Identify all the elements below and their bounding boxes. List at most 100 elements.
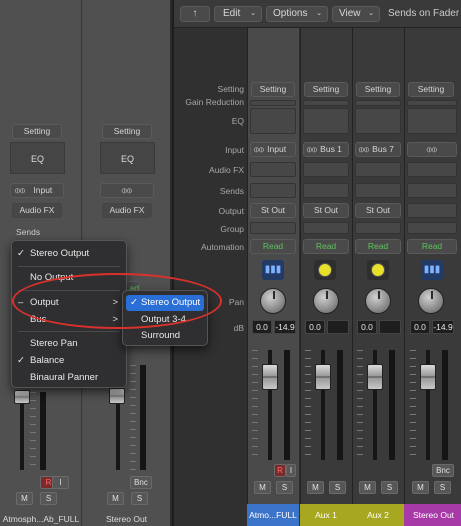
strip3-mute-button[interactable]: M (359, 481, 376, 494)
strip1-sends-slot[interactable] (250, 183, 296, 198)
menu-separator (18, 266, 120, 267)
strip2-volume-fader[interactable] (315, 364, 331, 390)
left1-setting-button[interactable]: Setting (12, 124, 62, 139)
strip3-solo-button[interactable]: S (381, 481, 398, 494)
left2-volume-fader[interactable] (109, 388, 125, 404)
strip1-input-button[interactable]: ⦶⦶ Input (250, 142, 296, 157)
left2-eq-display[interactable]: EQ (100, 142, 155, 174)
strip4-group-slot[interactable] (407, 222, 457, 234)
left2-fader-scale (130, 365, 136, 470)
strip2-output-button[interactable]: St Out (303, 203, 349, 218)
link-icon: ⦶⦶ (121, 188, 133, 195)
strip2-mute-button[interactable]: M (307, 481, 324, 494)
strip1-eq-display[interactable] (250, 108, 296, 134)
strip2-input-button[interactable]: ⦶⦶ Bus 1 (303, 142, 349, 157)
strip3-volume-readout[interactable]: 0.0 (357, 320, 377, 334)
strip4-sends-slot[interactable] (407, 183, 457, 198)
left2-setting-button[interactable]: Setting (102, 124, 152, 139)
strip3-output-button[interactable]: St Out (355, 203, 401, 218)
strip4-solo-button[interactable]: S (434, 481, 451, 494)
input-label: Input (225, 145, 244, 155)
yellow-knob-dot (318, 263, 332, 277)
menu-item-stereo-output[interactable]: ✓ Stereo Output (12, 246, 126, 262)
menu-item-stereo-pan[interactable]: Stereo Pan (12, 336, 126, 352)
left2-channel-name[interactable]: Stereo Out (83, 514, 170, 524)
strip1-automation-button[interactable]: Read (250, 239, 296, 254)
strip1-group-slot[interactable] (250, 222, 296, 234)
strip4-eq-display[interactable] (407, 108, 457, 134)
strip1-channel-name[interactable]: Atmo...FULL (247, 504, 299, 526)
strip1-volume-readout[interactable]: 0.0 (252, 320, 272, 334)
left2-level-meter (140, 365, 146, 470)
menu-item-binaural-panner[interactable]: Binaural Panner (12, 370, 126, 386)
left1-eq-display[interactable]: EQ (10, 142, 65, 174)
left1-solo-button[interactable]: S (40, 492, 57, 505)
strip1-input-monitor-button[interactable]: I (286, 464, 296, 477)
strip2-setting-button[interactable]: Setting (304, 82, 348, 97)
submenu-item-surround[interactable]: Surround (123, 328, 207, 344)
strip4-channel-name[interactable]: Stereo Out (404, 504, 461, 526)
left2-input-button[interactable]: ⦶⦶ (100, 183, 154, 198)
strip1-pan-knob[interactable] (260, 288, 286, 314)
waveform-icon[interactable]: ▮▮▮ (262, 260, 284, 280)
strip1-output-button[interactable]: St Out (250, 203, 296, 218)
left1-audio-fx-button[interactable]: Audio FX (12, 203, 62, 218)
strip1-volume-fader[interactable] (262, 364, 278, 390)
left1-volume-fader[interactable] (14, 390, 30, 404)
strip1-mute-button[interactable]: M (254, 481, 271, 494)
left1-input-monitor-button[interactable]: I (52, 476, 69, 489)
strip3-eq-display[interactable] (355, 108, 401, 134)
strip2-group-slot[interactable] (303, 222, 349, 234)
strip3-group-slot[interactable] (355, 222, 401, 234)
strip3-pan-knob[interactable] (365, 288, 391, 314)
strip3-channel-name[interactable]: Aux 2 (352, 504, 404, 526)
strip3-volume-fader[interactable] (367, 364, 383, 390)
strip4-automation-button[interactable]: Read (407, 239, 457, 254)
strip2-channel-name[interactable]: Aux 1 (300, 504, 352, 526)
left2-audio-fx-button[interactable]: Audio FX (102, 203, 152, 218)
strip4-output-slot[interactable] (407, 203, 457, 218)
aux-knob-icon[interactable] (314, 260, 336, 280)
left2-solo-button[interactable]: S (131, 492, 148, 505)
strip2-eq-display[interactable] (303, 108, 349, 134)
strip3-audio-fx-slot[interactable] (355, 162, 401, 177)
menu-item-balance[interactable]: ✓ Balance (12, 353, 126, 369)
options-menu[interactable]: Options ⌄ (266, 6, 328, 22)
waveform-icon[interactable]: ▮▮▮ (421, 260, 443, 280)
strip1-record-button[interactable]: R (274, 464, 286, 477)
left2-bnc-button[interactable]: Bnc (130, 476, 152, 489)
strip2-volume-readout[interactable]: 0.0 (305, 320, 325, 334)
strip4-setting-button[interactable]: Setting (408, 82, 454, 97)
strip3-sends-slot[interactable] (355, 183, 401, 198)
left1-input-button[interactable]: ⦶⦶ Input (10, 183, 64, 198)
strip4-bnc-button[interactable]: Bnc (432, 464, 454, 477)
strip4-pan-knob[interactable] (418, 288, 444, 314)
view-menu[interactable]: View ⌄ (332, 6, 380, 22)
strip2-gain-reduction (303, 100, 349, 106)
link-icon: ⦶⦶ (307, 147, 318, 154)
strip4-volume-readout[interactable]: 0.0 (410, 320, 430, 334)
strip4-volume-fader[interactable] (420, 364, 436, 390)
strip2-audio-fx-slot[interactable] (303, 162, 349, 177)
aux-knob-icon[interactable] (367, 260, 389, 280)
strip2-sends-slot[interactable] (303, 183, 349, 198)
strip1-setting-button[interactable]: Setting (251, 82, 295, 97)
strip4-audio-fx-slot[interactable] (407, 162, 457, 177)
strip3-setting-button[interactable]: Setting (356, 82, 400, 97)
left2-mute-button[interactable]: M (107, 492, 124, 505)
strip1-solo-button[interactable]: S (276, 481, 293, 494)
strip2-solo-button[interactable]: S (329, 481, 346, 494)
strip3-input-button[interactable]: ⦶⦶ Bus 7 (355, 142, 401, 157)
strip2-automation-button[interactable]: Read (303, 239, 349, 254)
strip1-audio-fx-slot[interactable] (250, 162, 296, 177)
view-menu-label: View (339, 8, 361, 19)
strip4-peak-readout: -14.9 (432, 320, 454, 334)
left1-mute-button[interactable]: M (16, 492, 33, 505)
strip4-mute-button[interactable]: M (412, 481, 429, 494)
strip3-automation-button[interactable]: Read (355, 239, 401, 254)
left1-channel-name[interactable]: Atmosph...Ab_FULL (0, 514, 82, 524)
strip2-pan-knob[interactable] (313, 288, 339, 314)
left1-sends-label[interactable]: Sends (16, 227, 40, 237)
strip4-input-button[interactable]: ⦶⦶ (407, 142, 457, 157)
sends-on-faders-button[interactable]: Sends on Fader (388, 8, 459, 19)
